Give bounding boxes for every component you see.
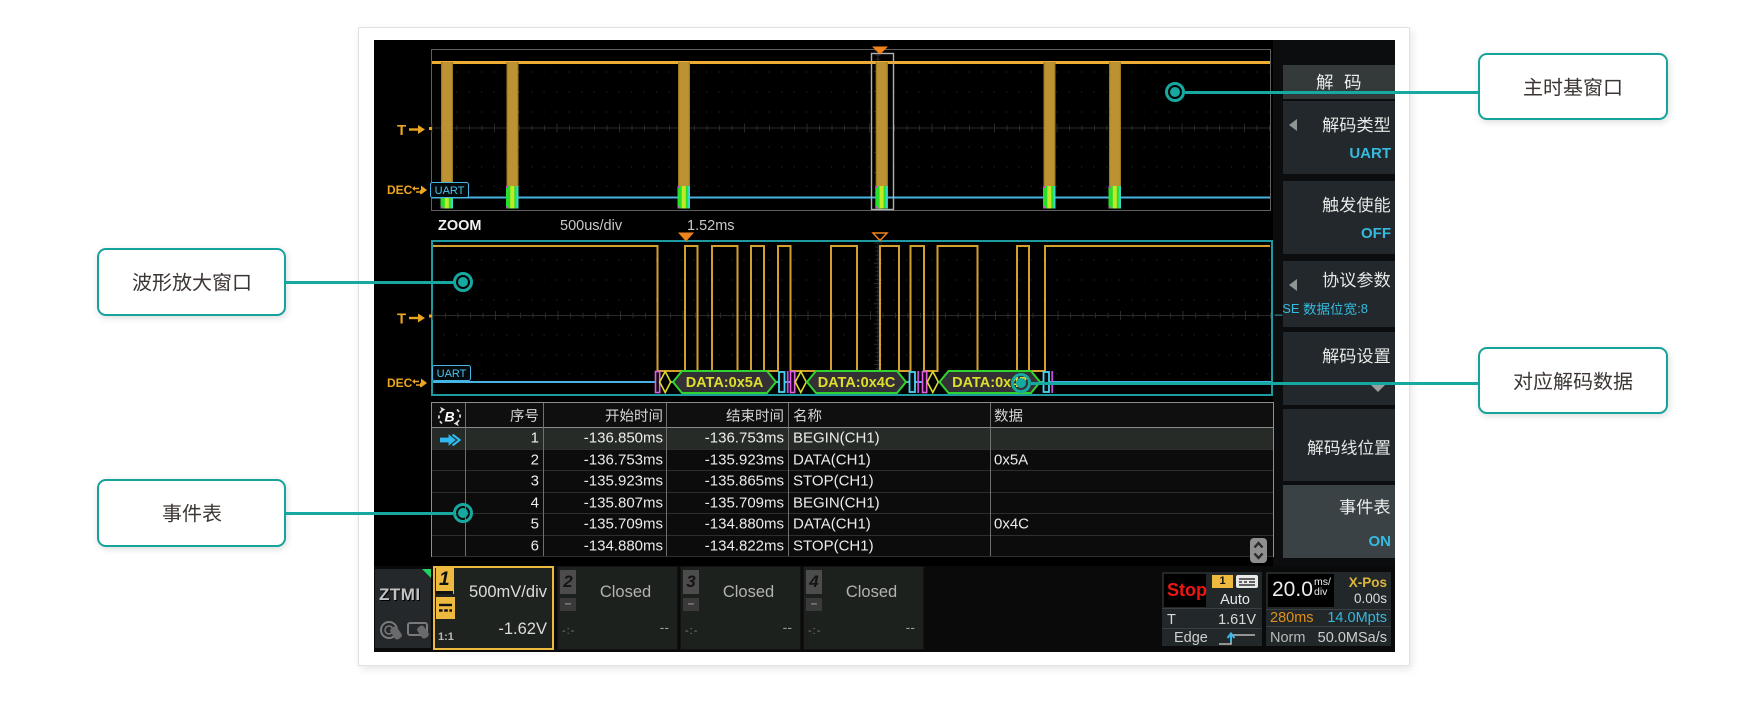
svg-text:T: T: [397, 122, 406, 139]
svg-text:ZOOM: ZOOM: [438, 218, 482, 234]
svg-text:UART: UART: [437, 368, 467, 380]
svg-text:DATA:0x4C: DATA:0x4C: [818, 375, 896, 391]
svg-text:1.52ms: 1.52ms: [687, 218, 735, 234]
svg-text:B: B: [444, 409, 454, 425]
svg-text:500us/div: 500us/div: [560, 218, 623, 234]
svg-text:DEC: DEC: [387, 376, 413, 390]
svg-text:T: T: [397, 311, 406, 328]
svg-text:UART: UART: [435, 185, 465, 197]
svg-text:DEC: DEC: [387, 183, 413, 197]
svg-text:DATA:0x5A: DATA:0x5A: [686, 375, 764, 391]
